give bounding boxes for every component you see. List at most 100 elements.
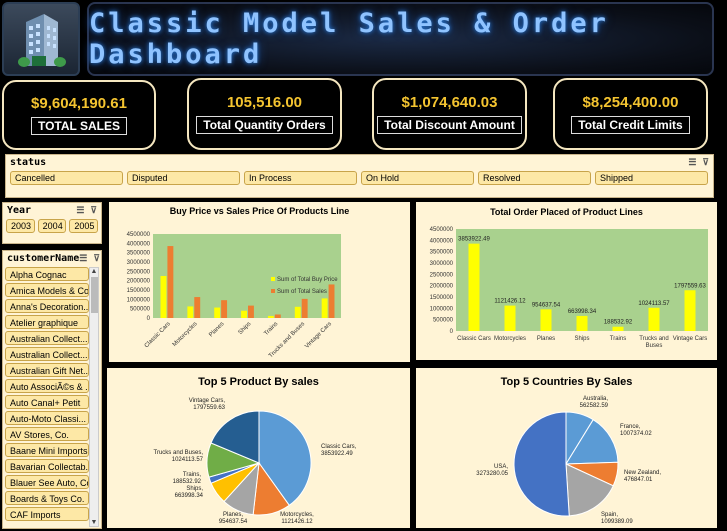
- customer-list: Alpha Cognac Amica Models & Co. Anna's Dec…: [5, 267, 89, 521]
- customer-chip[interactable]: Blauer See Auto, Co.: [5, 475, 89, 489]
- y-tick-label: 1500000: [127, 288, 151, 294]
- x-tick-label: Trains: [610, 336, 626, 342]
- pie-slice: [513, 411, 570, 517]
- bar-sales-price: [194, 297, 201, 318]
- bar-sales-price: [274, 314, 281, 318]
- customer-chip[interactable]: Australian Gift Net...: [5, 363, 89, 377]
- multi-select-icon[interactable]: ☰: [688, 158, 696, 168]
- customer-chip[interactable]: Atelier graphique: [5, 315, 89, 329]
- data-label: 3853922.49: [458, 237, 490, 243]
- y-tick-label: 2000000: [127, 279, 151, 285]
- status-chip-disputed[interactable]: Disputed: [127, 171, 240, 185]
- slice-label: Spain,: [601, 512, 618, 518]
- clear-filter-icon[interactable]: ⊽: [702, 158, 709, 168]
- y-tick-label: 4500000: [430, 227, 454, 233]
- slice-label: USA,: [494, 464, 508, 470]
- multi-select-icon[interactable]: ☰: [79, 254, 87, 264]
- data-label: 188532.92: [604, 320, 633, 326]
- customer-slicer-header: customerName ☰ ⊽: [3, 251, 101, 266]
- customer-chip[interactable]: Anna's Decoration...: [5, 299, 89, 313]
- y-tick-label: 1500000: [430, 295, 454, 301]
- data-label: 1024113.57: [638, 301, 670, 307]
- slice-label: 188532.92: [173, 479, 202, 485]
- bar-sales-price: [328, 284, 335, 318]
- year-chip-2004[interactable]: 2004: [37, 219, 67, 233]
- data-label: 1121426.12: [494, 299, 526, 305]
- bar-sales-price: [167, 246, 174, 318]
- x-tick-label: Ships: [238, 321, 253, 336]
- slice-label: Classic Cars,: [321, 444, 357, 450]
- top-countries-pie: Australia,562582.59 France,1007374.02 New …: [476, 396, 661, 525]
- bar-buy-price: [187, 306, 194, 318]
- customer-chip[interactable]: Baane Mini Imports: [5, 443, 89, 457]
- status-chip-shipped[interactable]: Shipped: [595, 171, 708, 185]
- x-tick-label: Classic Cars: [144, 321, 172, 349]
- bar-buy-price: [241, 310, 247, 318]
- customer-chip[interactable]: Bavarian Collectab...: [5, 459, 89, 473]
- customer-chip[interactable]: Australian Collect...: [5, 347, 89, 361]
- x-tick-label: Vintage Cars: [304, 321, 333, 350]
- slice-label: 1024113.57: [172, 457, 204, 463]
- slice-label: 1797559.63: [193, 405, 225, 411]
- chart-title: Top 5 Countries By Sales: [500, 376, 633, 388]
- x-tick-label: Classic Cars: [457, 336, 491, 342]
- customer-chip[interactable]: Australian Collect...: [5, 331, 89, 345]
- bar-sales-price: [301, 298, 308, 318]
- customer-chip[interactable]: Alpha Cognac: [5, 267, 89, 281]
- bar-buy-price: [214, 307, 221, 318]
- customer-chip[interactable]: Boards & Toys Co.: [5, 491, 89, 505]
- slice-label: 562582.59: [580, 403, 609, 409]
- top-products-pie: Classic Cars,3853922.49 Motorcycles,11214…: [154, 398, 357, 525]
- slice-label: Australia,: [583, 396, 608, 402]
- customer-scrollbar[interactable]: ▲ ▼: [89, 267, 99, 527]
- x-tick-label: Motorcycles: [494, 336, 526, 342]
- x-tick-label: Planes: [537, 336, 555, 342]
- y-tick-label: 2000000: [430, 284, 454, 290]
- data-label: 954637.54: [532, 302, 561, 308]
- total-order-chart: 0 500000 1000000 1500000 2000000 2500000 30000…: [430, 227, 708, 349]
- customer-chip[interactable]: Auto Canal+ Petit: [5, 395, 89, 409]
- status-chip-on-hold[interactable]: On Hold: [361, 171, 474, 185]
- slice-label: 3853922.49: [321, 451, 353, 457]
- legend-label: Sum of Total Sales: [277, 289, 327, 295]
- year-slicer-header: Year ☰ ⊽: [3, 203, 101, 218]
- year-chip-2003[interactable]: 2003: [6, 219, 35, 233]
- bar-total-order: [540, 309, 552, 331]
- clear-filter-icon[interactable]: ⊽: [93, 254, 100, 264]
- x-tick-label: Buses: [646, 343, 663, 349]
- status-chip-cancelled[interactable]: Cancelled: [10, 171, 123, 185]
- customer-chip[interactable]: AV Stores, Co.: [5, 427, 89, 441]
- data-label: 663998.34: [568, 309, 597, 315]
- scroll-up-icon[interactable]: ▲: [90, 268, 98, 275]
- bar-sales-price: [221, 300, 228, 318]
- clear-filter-icon[interactable]: ⊽: [90, 206, 97, 216]
- status-chip-in-process[interactable]: In Process: [244, 171, 357, 185]
- x-tick-label: Motorcycles: [172, 321, 199, 348]
- bar-buy-price: [160, 276, 167, 318]
- kpi-value: $1,074,640.03: [401, 94, 498, 111]
- status-chip-resolved[interactable]: Resolved: [478, 171, 591, 185]
- customer-chip[interactable]: CAF Imports: [5, 507, 89, 521]
- kpi-label: Total Discount Amount: [377, 116, 522, 134]
- bar-buy-price: [321, 298, 328, 318]
- multi-select-icon[interactable]: ☰: [76, 206, 84, 216]
- slice-label: Ships,: [186, 486, 203, 492]
- y-tick-label: 4500000: [127, 232, 151, 238]
- slice-label: Vintage Cars,: [189, 398, 226, 404]
- x-tick-label: Trains: [263, 321, 279, 337]
- slice-label: 1007374.02: [620, 431, 652, 437]
- customer-chip[interactable]: Auto-Moto Classi...: [5, 411, 89, 425]
- y-tick-label: 2500000: [430, 272, 454, 278]
- scroll-down-icon[interactable]: ▼: [90, 519, 98, 526]
- data-label: 1797559.63: [674, 283, 706, 289]
- plot-area: [456, 229, 708, 331]
- slice-label: Trucks and Buses,: [154, 450, 204, 456]
- plot-area: [153, 234, 341, 318]
- bar-buy-price: [294, 306, 301, 318]
- y-tick-label: 1000000: [127, 297, 151, 303]
- scroll-thumb[interactable]: [90, 277, 98, 313]
- customer-chip[interactable]: Amica Models & Co.: [5, 283, 89, 297]
- year-chip-2005[interactable]: 2005: [69, 219, 99, 233]
- customer-chip[interactable]: Auto AssociÃ©s & ...: [5, 379, 89, 393]
- kpi-total-sales: $9,604,190.61 TOTAL SALES: [2, 80, 156, 150]
